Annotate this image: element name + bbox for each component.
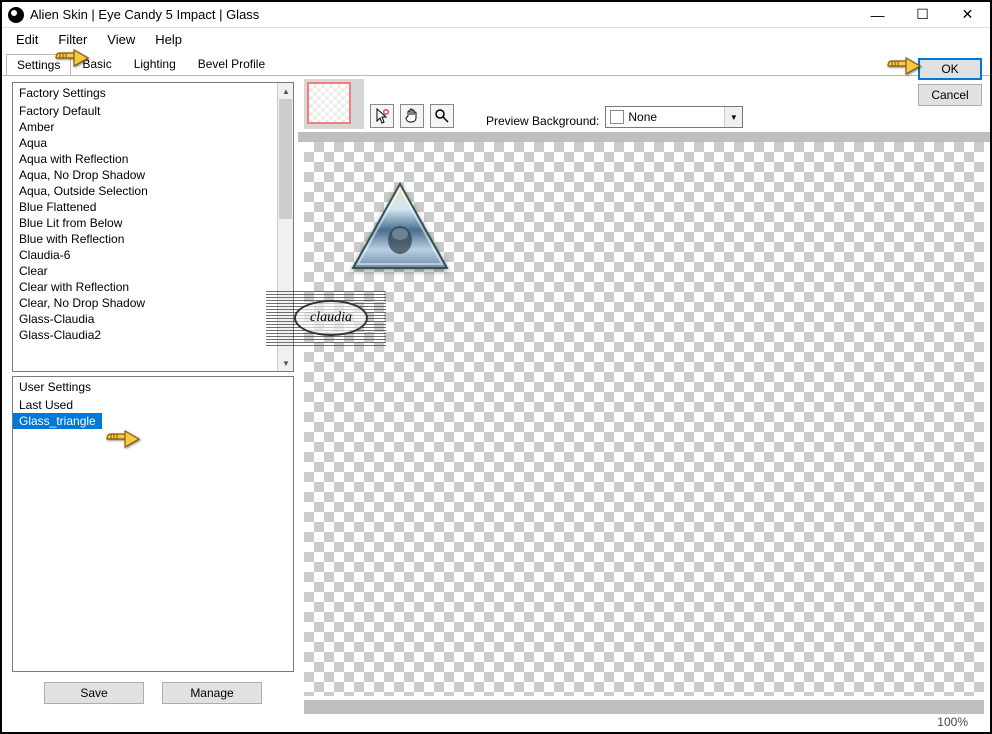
cancel-button[interactable]: Cancel [918, 84, 982, 106]
scroll-thumb[interactable] [279, 99, 292, 219]
separator-bar [298, 132, 990, 142]
list-item[interactable]: Aqua, No Drop Shadow [13, 167, 293, 183]
chevron-down-icon: ▼ [724, 107, 742, 127]
right-area: OK Cancel Preview Background: [298, 76, 990, 714]
dialog-buttons: OK Cancel [918, 58, 982, 106]
tool-row [368, 78, 454, 130]
list-item[interactable]: Blue Lit from Below [13, 215, 293, 231]
preview-bg-select[interactable]: None ▼ [605, 106, 743, 128]
zoom-tool-icon[interactable] [430, 104, 454, 128]
list-item[interactable]: Clear [13, 263, 293, 279]
tab-settings[interactable]: Settings [6, 54, 71, 75]
tab-bevel-profile[interactable]: Bevel Profile [187, 53, 276, 74]
scroll-up-icon[interactable]: ▲ [278, 83, 294, 99]
bottom-bar [304, 700, 984, 714]
status-bar: 100% [4, 714, 988, 730]
scroll-down-icon[interactable]: ▼ [278, 355, 294, 371]
user-settings-list[interactable]: User Settings Last Used Glass_triangle [12, 376, 294, 672]
menu-edit[interactable]: Edit [6, 30, 48, 49]
preview-bg-control: Preview Background: None ▼ [486, 78, 743, 130]
app-icon [8, 7, 24, 23]
hand-tool-icon[interactable] [400, 104, 424, 128]
preview-bg-label: Preview Background: [486, 114, 599, 128]
menu-bar: Edit Filter View Help [2, 28, 990, 50]
watermark-text: claudia [294, 300, 368, 336]
minimize-button[interactable]: — [855, 2, 900, 28]
zoom-level: 100% [937, 715, 968, 729]
menu-filter[interactable]: Filter [48, 30, 97, 49]
maximize-button[interactable]: ☐ [900, 2, 945, 28]
watermark: claudia [266, 290, 386, 346]
list-item[interactable]: Blue with Reflection [13, 231, 293, 247]
list-item[interactable]: Glass-Claudia [13, 311, 293, 327]
window-title: Alien Skin | Eye Candy 5 Impact | Glass [30, 7, 855, 22]
tab-lighting[interactable]: Lighting [123, 53, 187, 74]
factory-settings-list[interactable]: Factory Settings Factory Default Amber A… [12, 82, 294, 372]
list-item[interactable]: Clear, No Drop Shadow [13, 295, 293, 311]
tab-bar: Settings Basic Lighting Bevel Profile [2, 52, 990, 76]
pointer-tool-icon[interactable] [370, 104, 394, 128]
list-item[interactable]: Aqua with Reflection [13, 151, 293, 167]
list-item-selected[interactable]: Glass_triangle [13, 413, 102, 429]
ok-button[interactable]: OK [918, 58, 982, 80]
list-item[interactable]: Factory Default [13, 103, 293, 119]
button-row: Save Manage [12, 676, 294, 710]
manage-button[interactable]: Manage [162, 682, 262, 704]
list-item[interactable]: Glass-Claudia2 [13, 327, 293, 343]
list-item[interactable]: Last Used [13, 397, 293, 413]
preview-object [350, 182, 450, 272]
navigator-thumbnail[interactable] [304, 79, 364, 129]
preview-bg-value: None [628, 110, 657, 124]
tab-basic[interactable]: Basic [71, 53, 122, 74]
preview-viewport[interactable]: claudia [304, 142, 984, 696]
list-item[interactable]: Clear with Reflection [13, 279, 293, 295]
swatch-icon [610, 110, 624, 124]
close-button[interactable]: ✕ [945, 2, 990, 28]
list-item[interactable]: Amber [13, 119, 293, 135]
title-bar: Alien Skin | Eye Candy 5 Impact | Glass … [2, 2, 990, 28]
menu-help[interactable]: Help [145, 30, 192, 49]
content-area: Factory Settings Factory Default Amber A… [2, 76, 990, 714]
list-item[interactable]: Aqua, Outside Selection [13, 183, 293, 199]
menu-view[interactable]: View [97, 30, 145, 49]
top-strip: Preview Background: None ▼ [298, 76, 990, 132]
save-button[interactable]: Save [44, 682, 144, 704]
list-item[interactable]: Blue Flattened [13, 199, 293, 215]
list-item[interactable]: Claudia-6 [13, 247, 293, 263]
left-panel: Factory Settings Factory Default Amber A… [2, 76, 298, 714]
user-header: User Settings [13, 377, 293, 397]
factory-header: Factory Settings [13, 83, 293, 103]
list-item[interactable]: Aqua [13, 135, 293, 151]
navigator-inner [307, 82, 351, 124]
